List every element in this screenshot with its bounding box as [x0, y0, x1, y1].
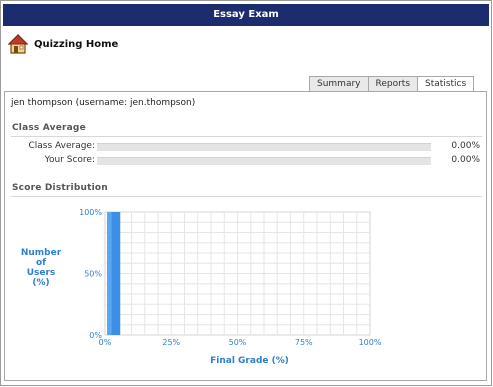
- report-tabs: Summary Reports Statistics: [309, 76, 475, 92]
- x-tick-label: 0%: [99, 338, 112, 347]
- quizzing-home-link[interactable]: Quizzing Home: [8, 33, 118, 55]
- y-axis-title-line: Users: [27, 268, 56, 278]
- y-axis-title-line: Number: [21, 248, 62, 258]
- home-icon: [8, 34, 28, 54]
- y-axis-title-line: (%): [32, 278, 49, 288]
- quizzing-home-label: Quizzing Home: [34, 38, 119, 50]
- data-bar-highlight: [107, 212, 112, 335]
- y-axis-title-line: of: [36, 258, 46, 268]
- y-axis-title: Number of Users (%): [21, 248, 62, 288]
- x-axis-title: Final Grade (%): [210, 356, 289, 366]
- tab-summary[interactable]: Summary: [309, 76, 369, 91]
- window-title: Essay Exam: [3, 4, 489, 26]
- statistics-panel: jen thompson (username: jen.thompson) Cl…: [4, 91, 487, 381]
- x-tick-label: 100%: [359, 338, 382, 347]
- x-tick-label: 25%: [162, 338, 180, 347]
- x-tick-label: 50%: [229, 338, 247, 347]
- y-tick-label: 50%: [84, 270, 102, 279]
- y-tick-label: 100%: [79, 208, 102, 217]
- score-distribution-chart: 100%50%0%0% 25% 50% 75% 100%Final Grade (%)N…: [21, 208, 382, 366]
- tab-reports[interactable]: Reports: [367, 76, 419, 91]
- x-tick-label: 75%: [295, 338, 313, 347]
- tab-statistics[interactable]: Statistics: [417, 76, 475, 92]
